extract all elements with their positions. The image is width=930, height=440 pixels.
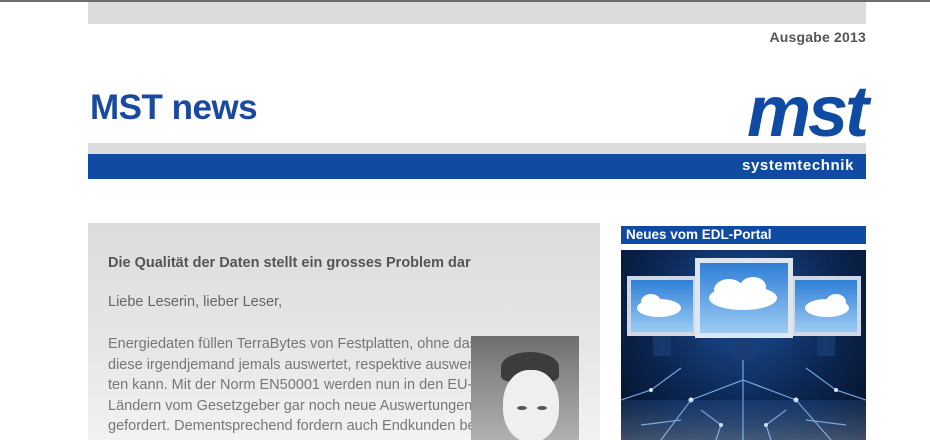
edl-portal-image: [621, 250, 866, 440]
newsletter-title: MST news: [90, 88, 258, 127]
cloud-monitors-illustration: [621, 258, 866, 440]
author-photo: [471, 336, 579, 440]
article-line: diese irgendjemand jemals auswertet, res…: [108, 356, 478, 373]
monitor-right: [791, 276, 861, 356]
header-top-band: [88, 2, 866, 24]
editorial-article: Die Qualität der Daten stellt ein grosse…: [88, 223, 600, 440]
article-body: Energiedaten füllen TerraBytes von Festp…: [108, 334, 485, 437]
article-salutation: Liebe Leserin, lieber Leser,: [108, 294, 283, 310]
sidebar-section-title: Neues vom EDL-Portal: [621, 226, 866, 244]
article-line: gefordert. Dementsprechend fordern auch …: [108, 418, 481, 435]
article-headline: Die Qualität der Daten stellt ein grosse…: [108, 255, 471, 271]
monitor-center: [695, 258, 793, 360]
article-line: Energiedaten füllen TerraBytes von Festp…: [108, 336, 485, 352]
monitor-left: [627, 276, 697, 356]
author-eye: [517, 406, 527, 410]
logo-wordmark: mst: [746, 72, 869, 152]
article-line: ten kann. Mit der Norm EN50001 werden nu…: [108, 377, 473, 394]
mst-logo: mst systemtechnik: [736, 76, 869, 180]
article-line: Ländern vom Gesetzgeber gar noch neue Au…: [108, 397, 473, 414]
logo-subtitle: systemtechnik: [742, 157, 855, 174]
author-face: [503, 370, 559, 440]
edition-label: Ausgabe 2013: [769, 29, 866, 45]
author-eye: [537, 406, 547, 410]
